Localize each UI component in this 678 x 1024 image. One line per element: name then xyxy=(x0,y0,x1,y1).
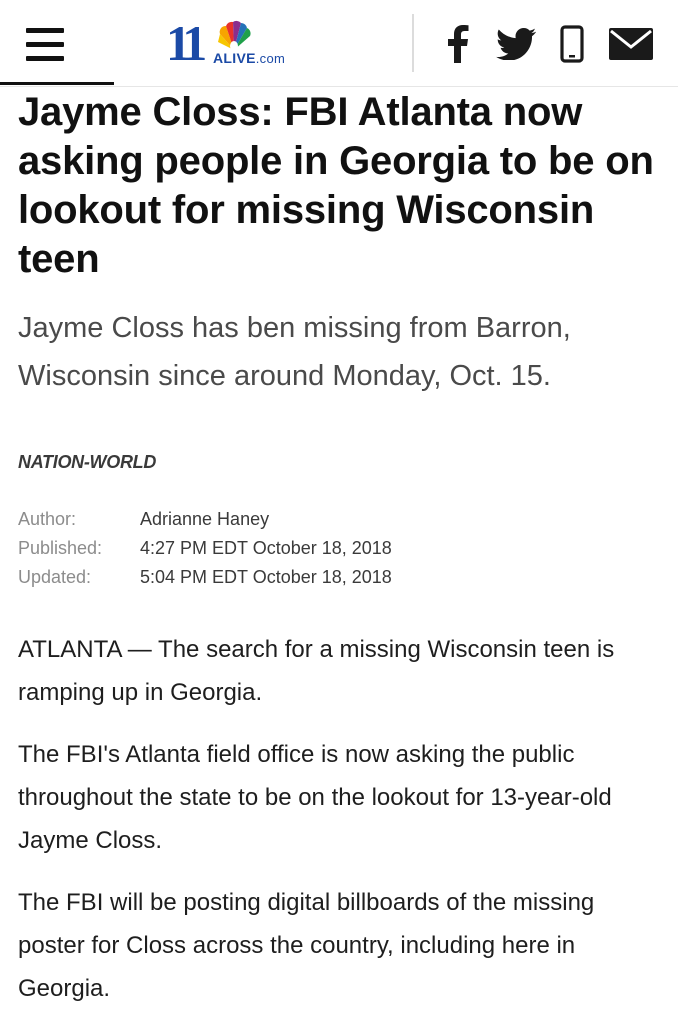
published-label: Published: xyxy=(18,538,103,558)
hamburger-menu-icon[interactable] xyxy=(26,28,66,62)
site-header: 11 ALIVE.com xyxy=(0,0,678,87)
mobile-icon[interactable] xyxy=(556,22,588,66)
body-paragraph: ATLANTA — The search for a missing Wisco… xyxy=(18,636,615,706)
article-body: ATLANTA — The search for a missing Wisco… xyxy=(18,628,658,1024)
author-row: Author: Adrianne Haney xyxy=(18,505,392,534)
article-meta: Author: Adrianne Haney Published: 4:27 P… xyxy=(18,505,392,592)
article-headline: Jayme Closs: FBI Atlanta now asking peop… xyxy=(18,90,654,281)
twitter-icon[interactable] xyxy=(494,22,538,66)
updated-row: Updated: 5:04 PM EDT October 18, 2018 xyxy=(18,563,392,592)
logo-wordmark: ALIVE.com xyxy=(213,50,286,66)
body-paragraph: The FBI will be posting digital billboar… xyxy=(18,889,595,1002)
updated-label: Updated: xyxy=(18,567,92,587)
email-icon[interactable] xyxy=(606,22,656,66)
header-divider xyxy=(412,14,414,72)
article-page: 11 ALIVE.com Jayme Closs: FBI Atlanta no… xyxy=(0,0,678,1024)
article-subhead: Jayme Closs has ben missing from Barron,… xyxy=(18,312,571,392)
body-paragraph: The FBI's Atlanta field office is now as… xyxy=(18,741,612,854)
published-timestamp: 4:27 PM EDT October 18, 2018 xyxy=(140,538,392,558)
author-label: Author: xyxy=(18,509,77,529)
facebook-icon[interactable] xyxy=(440,22,476,66)
published-row: Published: 4:27 PM EDT October 18, 2018 xyxy=(18,534,392,563)
site-logo[interactable]: 11 ALIVE.com xyxy=(166,18,306,70)
updated-timestamp: 5:04 PM EDT October 18, 2018 xyxy=(140,567,392,587)
logo-number: 11 xyxy=(166,15,207,71)
author-name: Adrianne Haney xyxy=(140,509,270,529)
menu-active-indicator xyxy=(0,82,114,85)
section-link[interactable]: NATION-WORLD xyxy=(18,452,156,473)
nbc-peacock-icon xyxy=(218,20,251,51)
